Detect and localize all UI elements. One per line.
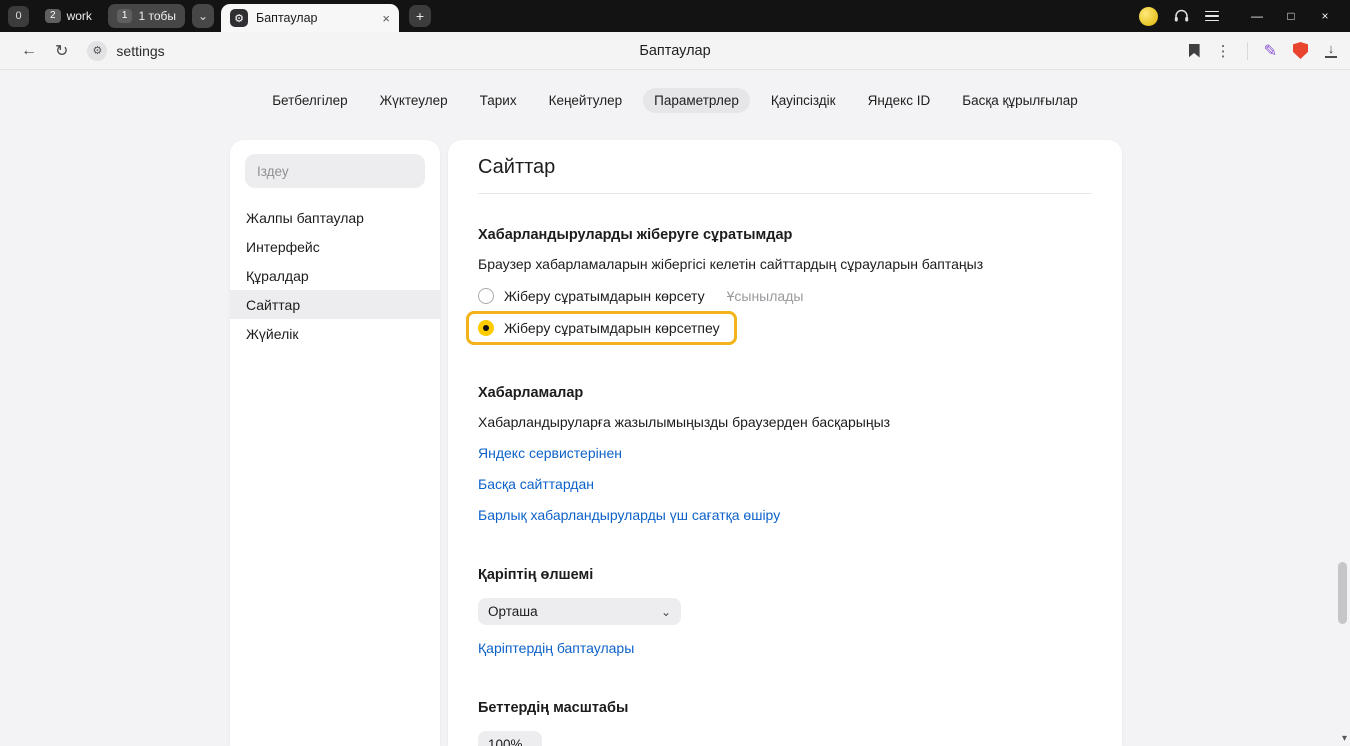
window-minimize-button[interactable]: — — [1240, 0, 1274, 32]
browser-menu-icon[interactable] — [1205, 11, 1219, 22]
tab-group-work-count: 2 — [45, 9, 61, 23]
settings-nav-tabs: Бетбелгілер Жүктеулер Тарих Кеңейтулер П… — [0, 70, 1350, 113]
radio-unchecked-icon[interactable] — [478, 288, 494, 304]
window-maximize-button[interactable]: □ — [1274, 0, 1308, 32]
font-size-select[interactable]: Орташа ⌄ — [478, 598, 681, 625]
tab-yandex-id[interactable]: Яндекс ID — [857, 88, 942, 113]
sidebar-item-interface[interactable]: Интерфейс — [230, 232, 440, 261]
tab-downloads[interactable]: Жүктеулер — [369, 88, 459, 113]
sidebar-item-general[interactable]: Жалпы баптаулар — [230, 203, 440, 232]
more-options-icon[interactable]: ⋮ — [1216, 42, 1231, 60]
profile-avatar[interactable] — [1139, 7, 1158, 26]
highlight-annotation-box: Жіберу сұратымдарын көрсетпеу — [466, 311, 737, 345]
chevron-down-icon: ⌄ — [198, 9, 208, 23]
chevron-down-icon: ⌄ — [661, 605, 671, 619]
toolbar-separator — [1247, 42, 1248, 60]
download-icon[interactable]: ↓ — [1324, 43, 1338, 58]
refresh-icon[interactable]: ↻ — [46, 41, 77, 61]
tab-other-devices[interactable]: Басқа құрылғылар — [951, 88, 1089, 113]
tab-counter-badge[interactable]: 0 — [8, 6, 29, 27]
sidebar-item-sites[interactable]: Сайттар — [230, 290, 440, 319]
tab-group-work-label: work — [67, 9, 92, 23]
protect-shield-icon[interactable] — [1293, 42, 1308, 59]
link-yandex-services[interactable]: Яндекс сервистерінен — [478, 445, 622, 461]
tab-group-toby-count: 1 — [117, 9, 133, 23]
link-mute-all-3h[interactable]: Барлық хабарландыруларды үш сағатқа өшір… — [478, 507, 780, 523]
toolbar-page-title: Баптаулар — [639, 43, 710, 59]
notifications-description: Хабарландыруларға жазылымыңызды браузерд… — [478, 414, 1092, 430]
tab-extensions[interactable]: Кеңейтулер — [538, 88, 634, 113]
tab-settings[interactable]: Параметрлер — [643, 88, 750, 113]
recommended-hint: Ұсынылады — [727, 288, 804, 304]
settings-favicon-gear-icon: ⚙ — [230, 9, 248, 27]
window-close-button[interactable]: × — [1308, 0, 1342, 32]
settings-page: Бетбелгілер Жүктеулер Тарих Кеңейтулер П… — [0, 70, 1350, 746]
tab-group-toby[interactable]: 1 1 тобы — [108, 4, 185, 28]
back-icon[interactable]: ← — [12, 42, 46, 60]
settings-content: Сайттар Хабарландыруларды жіберуге сұрат… — [448, 140, 1122, 746]
link-font-settings[interactable]: Қаріптердің баптаулары — [478, 640, 634, 656]
headset-icon[interactable] — [1173, 8, 1190, 24]
font-size-heading: Қаріптің өлшемі — [478, 567, 1092, 583]
search-input[interactable] — [245, 154, 425, 188]
tab-group-work[interactable]: 2 work — [36, 4, 101, 28]
browser-toolbar: ← ↻ ⚙ settings Баптаулар ⋮ ✎ ↓ — [0, 32, 1350, 70]
new-tab-button[interactable]: + — [409, 5, 431, 27]
active-tab-settings[interactable]: ⚙ Баптаулар × — [221, 4, 399, 32]
notification-requests-heading: Хабарландыруларды жіберуге сұратымдар — [478, 227, 1092, 243]
notifications-heading: Хабарламалар — [478, 385, 1092, 401]
tab-bar: 0 2 work 1 1 тобы ⌄ ⚙ Баптаулар × + — □ — [0, 0, 1350, 32]
sidebar-item-tools[interactable]: Құралдар — [230, 261, 440, 290]
tab-history[interactable]: Тарих — [469, 88, 528, 113]
page-scale-select-value: 100% — [488, 737, 523, 746]
notification-requests-description: Браузер хабарламаларын жібергісі келетін… — [478, 256, 1092, 272]
address-bar-text[interactable]: settings — [116, 43, 164, 59]
radio-checked-icon[interactable] — [478, 320, 494, 336]
radio-hide-requests-label[interactable]: Жіберу сұратымдарын көрсетпеу — [504, 320, 720, 336]
scrollbar-thumb[interactable] — [1338, 562, 1347, 624]
tab-group-toby-label: 1 тобы — [138, 9, 176, 23]
page-scale-heading: Беттердің масштабы — [478, 700, 1092, 716]
tab-security[interactable]: Қауіпсіздік — [760, 88, 847, 113]
tab-group-chevron-button[interactable]: ⌄ — [192, 4, 214, 28]
site-favicon-icon: ⚙ — [87, 41, 107, 61]
tab-close-icon[interactable]: × — [382, 11, 390, 26]
page-scale-select[interactable]: 100% ⌄ — [478, 731, 542, 746]
tab-bookmarks[interactable]: Бетбелгілер — [261, 88, 358, 113]
chevron-down-icon: ⌄ — [533, 738, 543, 746]
font-size-select-value: Орташа — [488, 604, 651, 619]
settings-sidebar: Жалпы баптаулар Интерфейс Құралдар Сайтт… — [230, 140, 440, 746]
link-other-sites[interactable]: Басқа сайттардан — [478, 476, 594, 492]
bookmark-icon[interactable] — [1189, 44, 1200, 58]
sidebar-item-system[interactable]: Жүйелік — [230, 319, 440, 348]
radio-show-requests[interactable]: Жіберу сұратымдарын көрсету Ұсынылады — [478, 288, 1092, 304]
active-tab-title: Баптаулар — [256, 11, 374, 25]
radio-show-requests-label: Жіберу сұратымдарын көрсету — [504, 288, 705, 304]
page-title: Сайттар — [478, 140, 1092, 194]
pen-icon[interactable]: ✎ — [1264, 41, 1277, 61]
scrollbar-down-arrow[interactable]: ▾ — [1342, 733, 1347, 744]
